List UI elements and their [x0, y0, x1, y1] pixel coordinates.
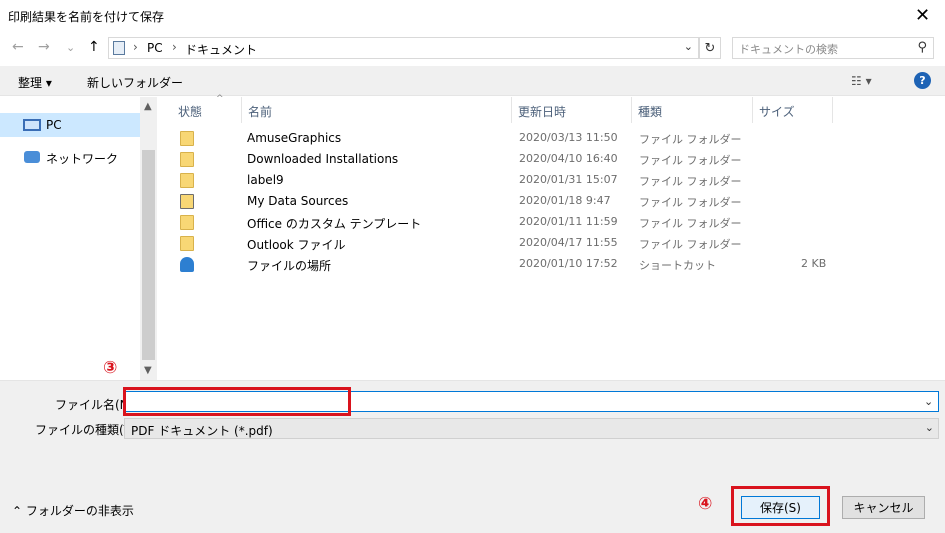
filetype-select[interactable]: PDF ドキュメント (*.pdf) ⌄ [124, 418, 939, 439]
breadcrumb-pc[interactable]: PC [147, 41, 163, 55]
forward-arrow-icon[interactable]: → [38, 39, 50, 55]
sidebar-item-label: ネットワーク [46, 152, 119, 166]
column-header-modified[interactable]: 更新日時 [512, 97, 632, 123]
file-modified: 2020/01/18 9:47 [519, 194, 611, 207]
scroll-down-icon[interactable]: ▼ [144, 365, 152, 376]
column-header-label: サイズ [759, 105, 795, 119]
file-name: ファイルの場所 [247, 259, 332, 273]
hide-folders-button[interactable]: ⌃ フォルダーの非表示 [12, 502, 134, 519]
file-name: label9 [247, 173, 284, 187]
file-modified: 2020/04/10 16:40 [519, 152, 618, 165]
column-header-status[interactable]: ^ 状態 [172, 94, 242, 123]
file-name: Downloaded Installations [247, 152, 399, 166]
file-type: ファイル フォルダー [639, 175, 742, 188]
file-modified: 2020/01/11 11:59 [519, 215, 618, 228]
file-type: ファイル フォルダー [639, 217, 742, 230]
column-header-label: 名前 [248, 105, 273, 119]
filetype-value: PDF ドキュメント (*.pdf) [131, 424, 273, 438]
refresh-icon[interactable]: ↻ [699, 37, 721, 59]
window-title: 印刷結果を名前を付けて保存 [8, 10, 165, 24]
search-placeholder: ドキュメントの検索 [739, 43, 838, 56]
filetype-dropdown-icon: ⌄ [924, 421, 934, 434]
scroll-up-icon[interactable]: ▲ [144, 101, 152, 112]
step-4-callout: ④ [698, 494, 713, 514]
navigation-pane: PC ネットワーク ▲ ▼ [0, 97, 157, 380]
file-size: 2 KB [801, 257, 827, 270]
file-name: Outlook ファイル [247, 238, 346, 252]
file-type: ファイル フォルダー [639, 154, 742, 167]
search-icon[interactable]: ⚲ [917, 40, 927, 55]
title-bar: 印刷結果を名前を付けて保存 ✕ [0, 0, 945, 31]
column-header-size[interactable]: サイズ [753, 97, 833, 123]
table-row[interactable]: AmuseGraphics 2020/03/13 11:50 ファイル フォルダ… [158, 128, 945, 149]
organize-button[interactable]: 整理 ▾ [18, 74, 52, 91]
file-type: ファイル フォルダー [639, 133, 742, 146]
table-row[interactable]: ファイルの場所 2020/01/10 17:52 ショートカット 2 KB [158, 254, 945, 275]
shortcut-icon [180, 257, 194, 272]
sidebar-item-pc[interactable]: PC [0, 113, 140, 137]
up-arrow-icon[interactable]: ↑ [88, 39, 100, 55]
new-folder-button[interactable]: 新しいフォルダー [87, 74, 183, 91]
sidebar-item-network[interactable]: ネットワーク [0, 145, 140, 169]
column-header-name[interactable]: 名前 [242, 97, 512, 123]
file-modified: 2020/04/17 11:55 [519, 236, 618, 249]
column-header-label: 更新日時 [518, 105, 567, 119]
command-toolbar: 整理 ▾ 新しいフォルダー ☷ ▾ [0, 66, 945, 96]
back-arrow-icon[interactable]: ← [12, 39, 24, 55]
address-bar[interactable]: › PC › ドキュメント ⌄ [108, 37, 699, 59]
table-row[interactable]: Office のカスタム テンプレート 2020/01/11 11:59 ファイ… [158, 212, 945, 233]
file-modified: 2020/03/13 11:50 [519, 131, 618, 144]
column-header-label: 状態 [178, 105, 203, 119]
breadcrumb-chevron-icon: › [172, 40, 177, 54]
file-list: ^ 状態 名前 更新日時 種類 サイズ AmuseGraphics 2020/0… [158, 94, 945, 380]
folder-icon [180, 173, 194, 188]
file-modified: 2020/01/31 15:07 [519, 173, 618, 186]
recent-locations-icon[interactable]: ⌄ [66, 41, 75, 54]
help-icon[interactable]: ? [914, 72, 931, 89]
folder-icon [180, 152, 194, 167]
file-type: ファイル フォルダー [639, 196, 742, 209]
cancel-button[interactable]: キャンセル [842, 496, 925, 519]
sort-caret-icon: ^ [216, 94, 224, 104]
column-header-label: 種類 [638, 105, 663, 119]
file-name: Office のカスタム テンプレート [247, 217, 422, 231]
folder-icon [180, 215, 194, 230]
network-icon [24, 151, 40, 163]
filename-dropdown-icon[interactable]: ⌄ [924, 395, 933, 408]
table-row[interactable]: My Data Sources 2020/01/18 9:47 ファイル フォル… [158, 191, 945, 212]
filename-input[interactable] [124, 391, 939, 412]
breadcrumb-chevron-icon: › [133, 40, 138, 54]
folder-icon [180, 131, 194, 146]
file-modified: 2020/01/10 17:52 [519, 257, 618, 270]
search-box[interactable]: ドキュメントの検索 ⚲ [732, 37, 934, 59]
sidebar-scrollbar[interactable]: ▲ ▼ [140, 97, 157, 380]
step-3-callout: ③ [103, 358, 118, 378]
data-sources-folder-icon [180, 194, 194, 209]
document-location-icon [113, 41, 125, 55]
file-type: ショートカット [639, 259, 716, 272]
save-button[interactable]: 保存(S) [741, 496, 820, 519]
table-row[interactable]: Outlook ファイル 2020/04/17 11:55 ファイル フォルダー [158, 233, 945, 254]
breadcrumb-documents[interactable]: ドキュメント [185, 41, 257, 58]
sidebar-item-label: PC [46, 118, 62, 132]
file-name: My Data Sources [247, 194, 349, 208]
scrollbar-thumb[interactable] [142, 150, 155, 360]
close-icon[interactable]: ✕ [900, 0, 945, 31]
view-options-icon[interactable]: ☷ ▾ [851, 74, 872, 88]
table-row[interactable]: label9 2020/01/31 15:07 ファイル フォルダー [158, 170, 945, 191]
address-dropdown-icon[interactable]: ⌄ [684, 40, 693, 53]
table-row[interactable]: Downloaded Installations 2020/04/10 16:4… [158, 149, 945, 170]
file-name: AmuseGraphics [247, 131, 342, 145]
file-type: ファイル フォルダー [639, 238, 742, 251]
column-header-type[interactable]: 種類 [632, 97, 753, 123]
computer-icon [23, 119, 41, 131]
folder-icon [180, 236, 194, 251]
